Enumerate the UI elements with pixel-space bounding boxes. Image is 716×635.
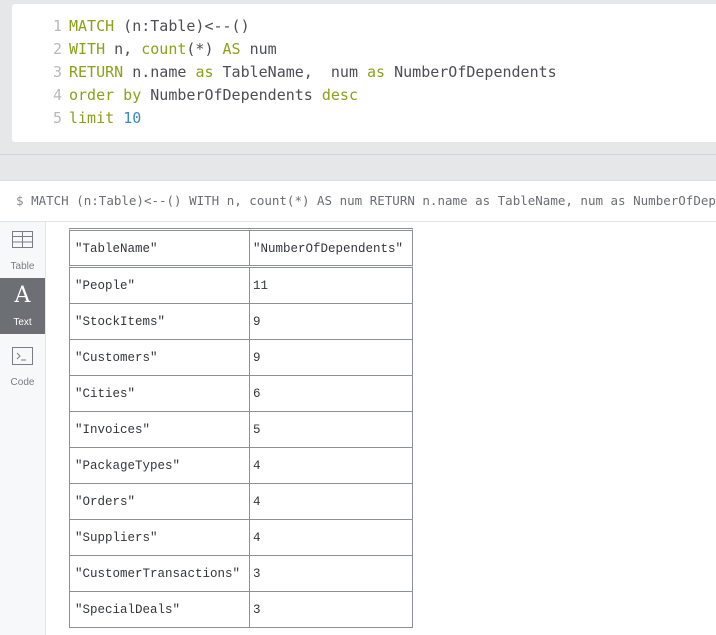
cell-dependents: 4 [253, 495, 261, 509]
cell-table-name: "TableName" [75, 242, 158, 256]
cell-table-name: "Orders" [75, 495, 136, 509]
column-divider [249, 484, 250, 519]
cell-table-name: "SpecialDeals" [75, 603, 181, 617]
cell-table-name: "Invoices" [75, 423, 151, 437]
cell-table-name: "StockItems" [75, 315, 166, 329]
cell-table-name: "PackageTypes" [75, 459, 181, 473]
column-divider [249, 376, 250, 411]
code-line[interactable]: 5 limit 10 [12, 107, 141, 130]
column-divider [249, 448, 250, 483]
table-row: "SpecialDeals" 3 [69, 592, 413, 628]
cell-dependents: 4 [253, 459, 261, 473]
code-line[interactable]: 2 WITH n, count(*) AS num [12, 38, 277, 61]
text-token: n.name [123, 63, 196, 81]
column-divider [249, 556, 250, 591]
cell-table-name: "Cities" [75, 387, 136, 401]
cell-table-name: "CustomerTransactions" [75, 567, 241, 581]
column-divider [249, 340, 250, 375]
table-header-row: "TableName" "NumberOfDependents" [69, 228, 413, 268]
code-line[interactable]: 1 MATCH (n:Table)<--() [12, 15, 250, 38]
cell-dependents: "NumberOfDependents" [253, 242, 404, 256]
code-view-label: Code [10, 377, 35, 388]
cell-dependents: 9 [253, 315, 261, 329]
table-view-button[interactable]: Table [0, 222, 45, 278]
column-divider [249, 592, 250, 627]
keyword-token: as [195, 63, 214, 81]
text-token: NumberOfDependents [141, 86, 322, 104]
line-number: 5 [52, 109, 62, 127]
keyword-token: WITH [69, 40, 106, 58]
text-token: TableName, num [213, 63, 368, 81]
column-divider [249, 412, 250, 447]
code-line[interactable]: 4 order by NumberOfDependents desc [12, 84, 358, 107]
table-row: "Invoices" 5 [69, 412, 413, 448]
text-token: (*) [186, 40, 223, 58]
number-token: 10 [123, 109, 142, 127]
table-row: "Suppliers" 4 [69, 520, 413, 556]
table-row: "PackageTypes" 4 [69, 448, 413, 484]
keyword-token: AS [222, 40, 241, 58]
table-row: "People" 11 [69, 268, 413, 304]
cell-table-name: "Customers" [75, 351, 158, 365]
cell-table-name: "People" [75, 279, 136, 293]
column-divider [249, 268, 250, 303]
text-view-label: Text [13, 317, 32, 328]
keyword-token: count [141, 40, 187, 58]
table-row: "Cities" 6 [69, 376, 413, 412]
table-view-label: Table [10, 261, 35, 272]
cell-dependents: 9 [253, 351, 261, 365]
keyword-token: as [367, 63, 386, 81]
command-text: MATCH (n:Table)<--() WITH n, count(*) AS… [31, 193, 716, 208]
table-row: "CustomerTransactions" 3 [69, 556, 413, 592]
cell-dependents: 5 [253, 423, 261, 437]
keyword-token: desc [321, 86, 358, 104]
keyword-token: limit [69, 109, 115, 127]
line-number: 2 [52, 40, 62, 58]
text-token: n, [105, 40, 142, 58]
result-frame: $ MATCH (n:Table)<--() WITH n, count(*) … [0, 180, 716, 635]
text-token: num [240, 40, 277, 58]
column-divider [249, 231, 250, 265]
text-token: NumberOfDependents [385, 63, 557, 81]
text-icon: A [14, 283, 31, 308]
cell-dependents: 6 [253, 387, 261, 401]
text-view-button[interactable]: A Text [0, 278, 45, 334]
line-number: 3 [52, 63, 62, 81]
column-divider [249, 520, 250, 555]
text-token: (n:Table)<--() [114, 17, 250, 35]
column-divider [249, 304, 250, 339]
cell-dependents: 11 [253, 279, 269, 293]
keyword-token: RETURN [69, 63, 124, 81]
keyword-token: MATCH [69, 17, 115, 35]
frame-header[interactable]: $ MATCH (n:Table)<--() WITH n, count(*) … [0, 181, 716, 222]
table-row: "StockItems" 9 [69, 304, 413, 340]
frame-command[interactable]: $ MATCH (n:Table)<--() WITH n, count(*) … [16, 193, 716, 208]
view-sidebar: Table A Text Code [0, 222, 46, 635]
table-row: "Customers" 9 [69, 340, 413, 376]
line-number: 1 [52, 17, 62, 35]
line-number: 4 [52, 86, 62, 104]
editor-divider [0, 154, 716, 155]
cell-dependents: 4 [253, 531, 261, 545]
code-line[interactable]: 3 RETURN n.name as TableName, num as Numb… [12, 61, 557, 84]
command-prompt: $ [16, 193, 24, 208]
code-icon [12, 347, 33, 365]
cell-dependents: 3 [253, 603, 261, 617]
query-editor[interactable]: 1 MATCH (n:Table)<--() 2 WITH n, count(*) A… [12, 4, 716, 142]
table-icon [12, 231, 33, 248]
result-text-table: "TableName" "NumberOfDependents" "People" 1… [69, 228, 413, 628]
cell-dependents: 3 [253, 567, 261, 581]
keyword-token: order by [69, 86, 142, 104]
code-view-button[interactable]: Code [0, 338, 45, 394]
cell-table-name: "Suppliers" [75, 531, 158, 545]
table-row: "Orders" 4 [69, 484, 413, 520]
